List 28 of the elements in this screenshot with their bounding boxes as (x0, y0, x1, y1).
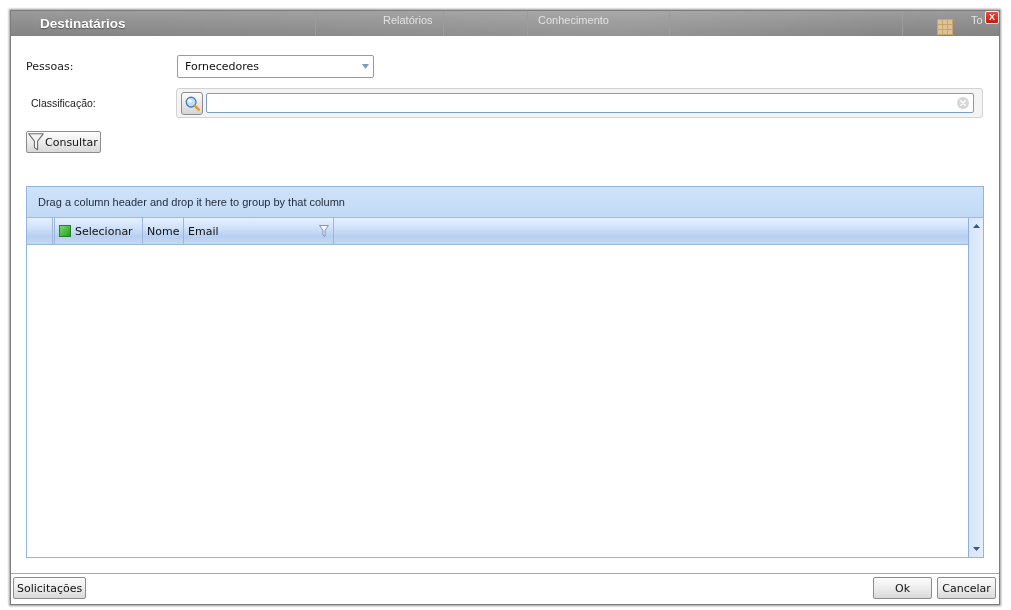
search-button[interactable] (181, 91, 203, 115)
group-panel-hint: Drag a column header and drop it here to group by that column (38, 196, 345, 208)
scroll-down-icon[interactable] (972, 547, 980, 551)
filter-icon (28, 133, 44, 151)
column-header[interactable]: Selecionar (55, 218, 143, 244)
background-tab-label: Conhecimento (538, 14, 609, 26)
cancel-button[interactable]: Cancelar (937, 577, 996, 599)
window-title: Destinatários (40, 16, 126, 31)
square-icon (59, 225, 71, 237)
table-icon (937, 19, 953, 35)
input-field[interactable] (206, 93, 974, 113)
requests-button[interactable]: Solicitações (13, 577, 87, 599)
caret-icon (362, 64, 369, 69)
background-tab-label: Relatórios (383, 14, 433, 26)
query-button[interactable]: Consultar (26, 131, 101, 153)
field-label: Classificação: (31, 96, 96, 109)
dropdown-field[interactable]: Fornecedores (177, 55, 374, 78)
ok-button[interactable]: Ok (873, 577, 932, 599)
search-icon (184, 95, 200, 111)
vertical-scrollbar[interactable] (968, 218, 983, 557)
close-button[interactable]: X (985, 11, 999, 24)
field-label: Pessoas: (26, 60, 74, 73)
clear-icon[interactable] (957, 97, 969, 109)
background-tab-label: To (971, 14, 983, 26)
scroll-up-icon[interactable] (972, 224, 980, 228)
filter-icon[interactable] (319, 225, 329, 237)
column-header[interactable]: Nome (143, 218, 184, 244)
column-header[interactable]: Email (184, 218, 334, 244)
